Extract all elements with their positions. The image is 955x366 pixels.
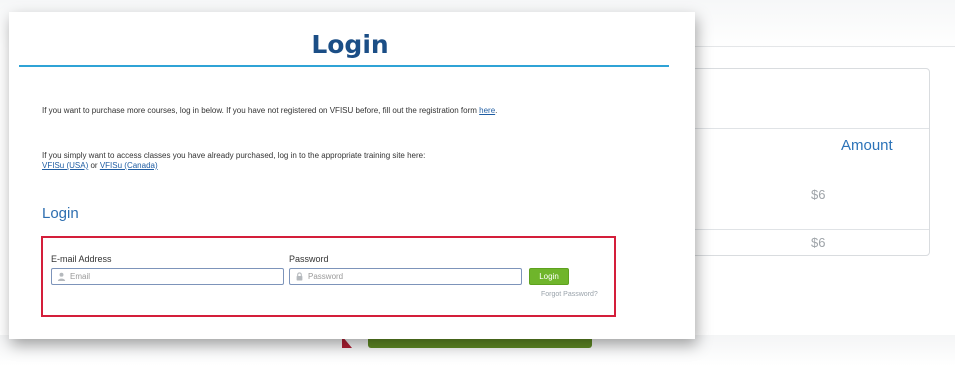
purchase-info-end: . [495,106,498,115]
vfisu-canada-link[interactable]: VFISu (Canada) [100,161,158,170]
login-button[interactable]: Login [529,268,569,285]
email-input[interactable] [70,272,263,281]
registration-link[interactable]: here [479,106,495,115]
password-input[interactable] [308,272,501,281]
amount-cell: $6 [811,187,826,202]
forgot-password-link[interactable]: Forgot Password? [541,291,598,298]
or-text: or [90,161,98,170]
amount-column-header: Amount [841,137,893,154]
page-title: Login [311,30,389,59]
login-section-heading: Login [42,205,79,222]
amount-total-cell: $6 [811,235,826,250]
access-info-copy: If you simply want to access classes you… [42,151,426,160]
vfisu-usa-link[interactable]: VFISu (USA) [42,161,88,170]
title-divider [19,65,669,67]
password-field[interactable] [289,268,522,285]
email-label: E-mail Address [51,254,112,264]
access-info-text: If you simply want to access classes you… [42,151,425,171]
password-label: Password [289,254,329,264]
email-field[interactable] [51,268,284,285]
user-icon [57,272,66,281]
purchase-info-text: If you want to purchase more courses, lo… [42,106,497,116]
lock-icon [295,272,304,281]
purchase-info-copy: If you want to purchase more courses, lo… [42,106,477,115]
